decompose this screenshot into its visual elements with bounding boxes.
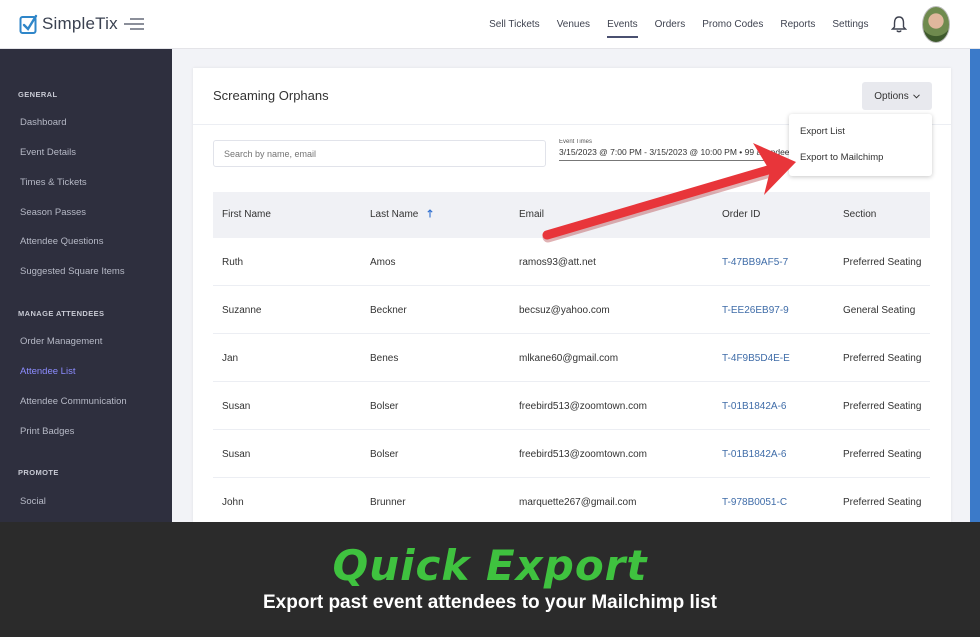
cell-order-id-link[interactable]: T-EE26EB97-9	[722, 305, 789, 316]
export-to-mailchimp-menu-item[interactable]: Export to Mailchimp	[800, 152, 883, 163]
cell-section: Preferred Seating	[843, 353, 922, 364]
event-times-select[interactable]: Event Times 3/15/2023 @ 7:00 PM - 3/15/2…	[559, 139, 789, 161]
cell-email: freebird513@zoomtown.com	[519, 401, 647, 412]
nav-venues[interactable]: Venues	[548, 0, 598, 49]
sidebar-item-season-passes[interactable]: Season Passes	[20, 207, 86, 218]
nav-promo-codes[interactable]: Promo Codes	[694, 0, 772, 49]
sidebar-item-attendee-list[interactable]: Attendee List	[20, 366, 75, 377]
sidebar-section-general: GENERAL	[18, 90, 58, 99]
sidebar-item-print-badges[interactable]: Print Badges	[20, 426, 74, 437]
cell-section: Preferred Seating	[843, 401, 922, 412]
cell-email: becsuz@yahoo.com	[519, 305, 610, 316]
cell-first-name: John	[222, 497, 244, 508]
cell-email: freebird513@zoomtown.com	[519, 449, 647, 460]
table-row[interactable]: Susan Bolser freebird513@zoomtown.com T-…	[213, 382, 930, 430]
sidebar-item-times-tickets[interactable]: Times & Tickets	[20, 177, 87, 188]
nav-events[interactable]: Events	[599, 0, 647, 49]
cell-email: mlkane60@gmail.com	[519, 353, 619, 364]
top-navbar: SimpleTix Sell Tickets Venues Events Ord…	[0, 0, 980, 49]
sidebar-section-manage-attendees: MANAGE ATTENDEES	[18, 309, 105, 318]
sidebar-item-event-details[interactable]: Event Details	[20, 147, 76, 158]
table-row[interactable]: Suzanne Beckner becsuz@yahoo.com T-EE26E…	[213, 286, 930, 334]
nav-orders[interactable]: Orders	[646, 0, 694, 49]
cell-section: Preferred Seating	[843, 449, 922, 460]
sidebar-item-suggested-square-items[interactable]: Suggested Square Items	[20, 266, 125, 277]
menu-toggle-icon[interactable]	[124, 17, 144, 31]
simpletix-logo[interactable]: SimpleTix	[19, 13, 118, 35]
cell-first-name: Susan	[222, 401, 251, 412]
logo-text: SimpleTix	[42, 14, 118, 33]
window-edge	[970, 49, 980, 522]
sort-ascending-icon[interactable]	[427, 209, 433, 218]
table-header: First Name Last Name Email Order ID Sect…	[213, 192, 930, 238]
nav-sell-tickets[interactable]: Sell Tickets	[481, 0, 549, 49]
banner-subtitle: Export past event attendees to your Mail…	[263, 592, 717, 613]
table-row[interactable]: John Brunner marquette267@gmail.com T-97…	[213, 478, 930, 522]
chevron-down-icon	[912, 93, 920, 99]
banner-title: Quick Export	[332, 541, 648, 590]
sidebar-item-attendee-communication[interactable]: Attendee Communication	[20, 396, 127, 407]
event-times-value: 3/15/2023 @ 7:00 PM - 3/15/2023 @ 10:00 …	[559, 147, 789, 157]
col-last-name[interactable]: Last Name	[370, 209, 418, 220]
main-nav: Sell Tickets Venues Events Orders Promo …	[481, 0, 877, 49]
cell-last-name: Bolser	[370, 401, 399, 412]
cell-order-id-link[interactable]: T-4F9B5D4E-E	[722, 353, 790, 364]
options-label: Options	[874, 90, 909, 102]
event-title: Screaming Orphans	[213, 88, 329, 103]
cell-last-name: Benes	[370, 353, 399, 364]
cell-order-id-link[interactable]: T-47BB9AF5-7	[722, 257, 788, 268]
cell-section: General Seating	[843, 305, 916, 316]
nav-reports[interactable]: Reports	[772, 0, 824, 49]
cell-order-id-link[interactable]: T-978B0051-C	[722, 497, 787, 508]
cell-first-name: Suzanne	[222, 305, 262, 316]
sidebar: GENERAL Dashboard Event Details Times & …	[0, 49, 172, 522]
cell-email: ramos93@att.net	[519, 257, 596, 268]
cell-last-name: Bolser	[370, 449, 399, 460]
col-order-id[interactable]: Order ID	[722, 209, 760, 220]
table-row[interactable]: Jan Benes mlkane60@gmail.com T-4F9B5D4E-…	[213, 334, 930, 382]
sidebar-item-social[interactable]: Social	[20, 496, 46, 507]
cell-last-name: Brunner	[370, 497, 406, 508]
col-email[interactable]: Email	[519, 209, 544, 220]
event-times-label: Event Times	[559, 139, 593, 145]
table-row[interactable]: Ruth Amos ramos93@att.net T-47BB9AF5-7 P…	[213, 238, 930, 286]
options-button[interactable]: Options	[862, 82, 932, 110]
cell-first-name: Ruth	[222, 257, 244, 268]
cell-email: marquette267@gmail.com	[519, 497, 637, 508]
cell-section: Preferred Seating	[843, 257, 922, 268]
cell-last-name: Beckner	[370, 305, 407, 316]
nav-settings[interactable]: Settings	[824, 0, 877, 49]
promo-banner: Quick Export Export past event attendees…	[0, 522, 980, 637]
cell-section: Preferred Seating	[843, 497, 922, 508]
sidebar-item-dashboard[interactable]: Dashboard	[20, 117, 66, 128]
options-dropdown-menu: Export List Export to Mailchimp	[789, 114, 932, 176]
export-list-menu-item[interactable]: Export List	[800, 126, 845, 137]
checkbox-logo-icon	[19, 14, 38, 34]
cell-order-id-link[interactable]: T-01B1842A-6	[722, 401, 787, 412]
table-row[interactable]: Susan Bolser freebird513@zoomtown.com T-…	[213, 430, 930, 478]
cell-first-name: Susan	[222, 449, 251, 460]
sidebar-section-promote: PROMOTE	[18, 468, 59, 477]
cell-order-id-link[interactable]: T-01B1842A-6	[722, 449, 787, 460]
sidebar-item-attendee-questions[interactable]: Attendee Questions	[20, 236, 103, 247]
search-input[interactable]	[213, 140, 546, 167]
col-first-name[interactable]: First Name	[222, 209, 271, 220]
col-section[interactable]: Section	[843, 209, 876, 220]
bell-icon[interactable]	[891, 15, 907, 33]
cell-last-name: Amos	[370, 257, 396, 268]
user-avatar[interactable]	[922, 6, 950, 43]
sidebar-item-order-management[interactable]: Order Management	[20, 336, 102, 347]
cell-first-name: Jan	[222, 353, 239, 364]
